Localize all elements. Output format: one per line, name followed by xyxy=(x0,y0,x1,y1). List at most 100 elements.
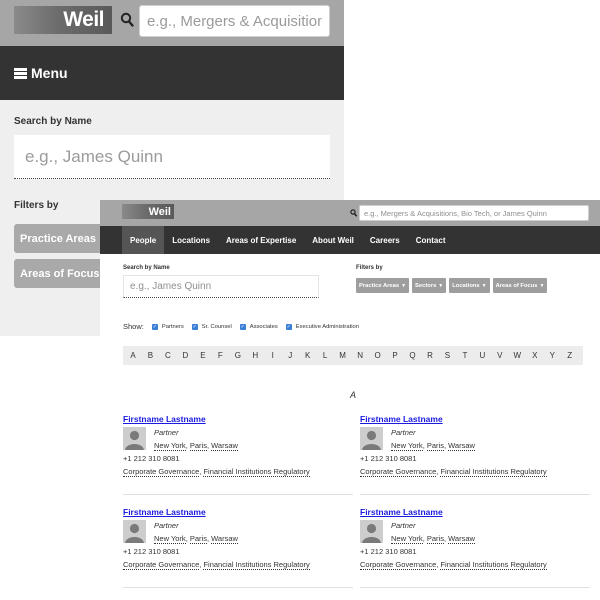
person-title: Partner xyxy=(391,521,416,530)
search-by-name-label: Search by Name xyxy=(123,265,170,271)
alphabet-letter[interactable]: J xyxy=(284,351,296,360)
alphabet-letter[interactable]: B xyxy=(144,351,156,360)
nav-locations[interactable]: Locations xyxy=(164,226,218,254)
alphabet-letter[interactable]: O xyxy=(372,351,384,360)
chevron-down-icon: ▼ xyxy=(401,282,407,289)
person-offices: New York, Paris, Warsaw xyxy=(154,441,238,451)
filter-sectors[interactable]: Sectors ▼ xyxy=(412,278,447,293)
alphabet-letter[interactable]: X xyxy=(529,351,541,360)
filter-areas-of-focus[interactable]: Areas of Focus ▼ xyxy=(492,278,548,293)
filter-practice-areas[interactable]: Practice Areas ▼ xyxy=(356,278,410,293)
alphabet-letter[interactable]: W xyxy=(511,351,523,360)
menu-label: Menu xyxy=(31,65,68,81)
alphabet-letter[interactable]: L xyxy=(319,351,331,360)
alphabet-filter: ABCDEFGHIJKLMNOPQRSTUVWXYZ xyxy=(123,346,583,365)
person-name-link[interactable]: Firstname Lastname xyxy=(360,507,443,517)
practice-area-link[interactable]: Corporate Governance xyxy=(123,467,200,477)
site-search-input[interactable] xyxy=(139,5,330,37)
person-practice-areas: Corporate Governance, Financial Institut… xyxy=(360,467,547,477)
person-title: Partner xyxy=(154,521,179,530)
nav-careers[interactable]: Careers xyxy=(362,226,408,254)
alphabet-letter[interactable]: N xyxy=(354,351,366,360)
person-name-link[interactable]: Firstname Lastname xyxy=(123,507,206,517)
alphabet-letter[interactable]: G xyxy=(232,351,244,360)
practice-area-link[interactable]: Corporate Governance xyxy=(360,560,437,570)
checkbox-sr-counsel[interactable]: ✓ Sr. Counsel xyxy=(191,323,232,330)
avatar-placeholder-icon xyxy=(360,427,383,450)
person-phone: +1 212 310 8081 xyxy=(360,547,417,556)
office-link[interactable]: New York xyxy=(391,441,423,451)
alphabet-letter[interactable]: Y xyxy=(546,351,558,360)
office-link[interactable]: Paris xyxy=(189,441,207,451)
nav-about-weil[interactable]: About Weil xyxy=(304,226,362,254)
checkbox-partners[interactable]: ✓ Partners xyxy=(151,323,184,330)
main-nav: People Locations Areas of Expertise Abou… xyxy=(100,226,600,254)
card-divider xyxy=(360,494,590,495)
nav-contact[interactable]: Contact xyxy=(408,226,454,254)
chevron-down-icon: ▼ xyxy=(438,282,444,289)
office-link[interactable]: Warsaw xyxy=(448,441,475,451)
checkbox-checked-icon: ✓ xyxy=(239,323,246,330)
alphabet-letter[interactable]: U xyxy=(476,351,488,360)
name-search-input[interactable] xyxy=(14,135,330,179)
site-search-input[interactable] xyxy=(359,205,589,221)
checkbox-label: Associates xyxy=(249,323,278,330)
practice-area-link[interactable]: Financial Institutions Regulatory xyxy=(203,467,310,477)
alphabet-letter[interactable]: V xyxy=(494,351,506,360)
desktop-view: Weil People Locations Areas of Expertise… xyxy=(100,200,600,600)
menu-button[interactable]: Menu xyxy=(0,46,344,100)
alphabet-letter[interactable]: H xyxy=(249,351,261,360)
name-search-input[interactable] xyxy=(123,275,319,298)
office-link[interactable]: Warsaw xyxy=(211,441,238,451)
office-link[interactable]: Paris xyxy=(189,534,207,544)
search-by-name-label: Search by Name xyxy=(14,116,92,127)
person-practice-areas: Corporate Governance, Financial Institut… xyxy=(360,560,547,570)
person-title: Partner xyxy=(154,428,179,437)
office-link[interactable]: New York xyxy=(391,534,423,544)
checkbox-associates[interactable]: ✓ Associates xyxy=(239,323,278,330)
practice-area-link[interactable]: Corporate Governance xyxy=(360,467,437,477)
checkbox-checked-icon: ✓ xyxy=(285,323,292,330)
checkbox-executive-administration[interactable]: ✓ Executive Administration xyxy=(285,323,359,330)
office-link[interactable]: Warsaw xyxy=(448,534,475,544)
nav-people[interactable]: People xyxy=(122,226,165,254)
practice-area-link[interactable]: Financial Institutions Regulatory xyxy=(440,560,547,570)
office-link[interactable]: Paris xyxy=(426,534,444,544)
alphabet-letter[interactable]: S xyxy=(441,351,453,360)
filters-label: Filters by xyxy=(356,265,383,271)
alphabet-letter[interactable]: C xyxy=(162,351,174,360)
person-offices: New York, Paris, Warsaw xyxy=(391,441,475,451)
alphabet-letter[interactable]: P xyxy=(389,351,401,360)
checkbox-label: Partners xyxy=(161,323,184,330)
alphabet-letter[interactable]: R xyxy=(424,351,436,360)
office-link[interactable]: Warsaw xyxy=(211,534,238,544)
practice-area-link[interactable]: Financial Institutions Regulatory xyxy=(440,467,547,477)
chevron-down-icon: ▼ xyxy=(539,282,545,289)
nav-areas-of-expertise[interactable]: Areas of Expertise xyxy=(218,226,304,254)
person-practice-areas: Corporate Governance, Financial Institut… xyxy=(123,560,310,570)
office-link[interactable]: New York xyxy=(154,441,186,451)
person-name-link[interactable]: Firstname Lastname xyxy=(123,414,206,424)
practice-area-link[interactable]: Corporate Governance xyxy=(123,560,200,570)
weil-logo[interactable]: Weil xyxy=(14,6,112,34)
office-link[interactable]: Paris xyxy=(426,441,444,451)
person-name-link[interactable]: Firstname Lastname xyxy=(360,414,443,424)
alphabet-letter[interactable]: A xyxy=(127,351,139,360)
alphabet-letter[interactable]: E xyxy=(197,351,209,360)
filter-label: Locations xyxy=(452,282,480,289)
practice-area-link[interactable]: Financial Institutions Regulatory xyxy=(203,560,310,570)
person-title: Partner xyxy=(391,428,416,437)
alphabet-letter[interactable]: Z xyxy=(564,351,576,360)
alphabet-letter[interactable]: Q xyxy=(407,351,419,360)
hamburger-icon xyxy=(14,67,27,79)
alphabet-letter[interactable]: M xyxy=(337,351,349,360)
checkbox-label: Sr. Counsel xyxy=(201,323,232,330)
alphabet-letter[interactable]: F xyxy=(214,351,226,360)
alphabet-letter[interactable]: K xyxy=(302,351,314,360)
alphabet-letter[interactable]: I xyxy=(267,351,279,360)
alphabet-letter[interactable]: D xyxy=(179,351,191,360)
weil-logo[interactable]: Weil xyxy=(122,204,174,219)
office-link[interactable]: New York xyxy=(154,534,186,544)
alphabet-letter[interactable]: T xyxy=(459,351,471,360)
filter-locations[interactable]: Locations ▼ xyxy=(449,278,490,293)
